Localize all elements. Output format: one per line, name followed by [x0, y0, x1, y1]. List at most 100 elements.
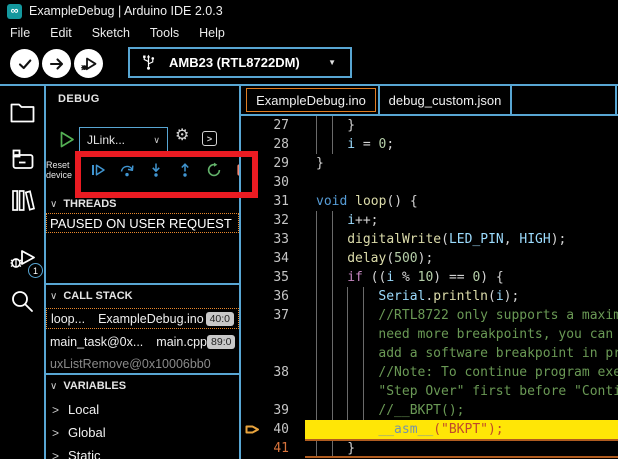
usb-icon	[143, 54, 155, 70]
variables-group-static[interactable]: > Static	[52, 448, 101, 459]
code-line[interactable]: 35 if ((i % 10) == 0) {	[241, 268, 618, 287]
line-number[interactable]: 33	[241, 230, 305, 249]
indent-guide	[362, 344, 364, 363]
indent-guide	[331, 325, 333, 344]
call-stack-frame[interactable]: loop... ExampleDebug.ino 40:0	[46, 308, 239, 329]
thread-status[interactable]: PAUSED ON USER REQUEST	[46, 213, 239, 233]
debug-badge: 1	[28, 263, 43, 278]
upload-button[interactable]	[42, 49, 71, 78]
chevron-down-icon: ▼	[328, 58, 336, 67]
menu-edit[interactable]: Edit	[40, 26, 82, 40]
line-number[interactable]: 41	[241, 439, 305, 458]
code-text: digitalWrite(LED_PIN, HIGH);	[305, 230, 618, 249]
line-number[interactable]	[241, 325, 305, 344]
line-number[interactable]: 36	[241, 287, 305, 306]
code-line[interactable]: 39//__BKPT();	[241, 401, 618, 420]
editor: ExampleDebug.ino debug_custom.json 27} 28…	[241, 86, 618, 459]
code-line[interactable]: 30	[241, 173, 618, 192]
code-line[interactable]: 37//RTL8722 only supports a maximu	[241, 306, 618, 325]
chevron-down-icon: ∨	[153, 134, 160, 145]
indent-guide	[316, 344, 317, 363]
debug-console-icon[interactable]: >	[202, 131, 217, 146]
code-line[interactable]: 34 delay(500);	[241, 249, 618, 268]
chevron-right-icon: >	[52, 448, 60, 459]
window-title: ExampleDebug | Arduino IDE 2.0.3	[29, 4, 223, 18]
indent-guide	[362, 287, 364, 306]
variables-group-global[interactable]: > Global	[52, 425, 106, 440]
line-number[interactable]: 35	[241, 268, 305, 287]
debug-config-dropdown[interactable]: JLink... ∨	[79, 127, 168, 153]
debug-start-button[interactable]	[60, 131, 75, 148]
start-debugging-button[interactable]	[74, 49, 103, 78]
code-line[interactable]: 31 void loop() {	[241, 192, 618, 211]
indent-guide	[331, 249, 333, 268]
code-line[interactable]: 41}	[241, 439, 618, 458]
code-line[interactable]: 36 Serial.println(i);	[241, 287, 618, 306]
code-lines: 27} 28 i = 0; 29} 30 31 void loop() {32 i++; 33 d…	[241, 116, 618, 459]
menu-file[interactable]: File	[0, 26, 40, 40]
code-text: }	[316, 156, 324, 171]
line-number[interactable]	[241, 382, 305, 401]
call-stack-header[interactable]: ∨ CALL STACK	[50, 290, 133, 302]
indent-guide	[331, 287, 333, 306]
code-text: __asm__("BKPT");	[305, 420, 618, 439]
code-text: if ((i % 10) == 0) {	[305, 268, 618, 287]
indent-guide	[347, 306, 349, 325]
code-line[interactable]: "Step Over" first before "Contin	[241, 382, 618, 401]
code-line[interactable]: 33 digitalWrite(LED_PIN, HIGH);	[241, 230, 618, 249]
chevron-down-icon: ∨	[50, 380, 58, 392]
board-selector[interactable]: AMB23 (RTL8722DM) ▼	[128, 47, 352, 78]
call-stack-frame[interactable]: uxListRemove@0x10006bb0	[46, 353, 239, 374]
indent-guide	[347, 382, 349, 401]
sidebar-item-library-manager[interactable]	[9, 188, 37, 216]
indent-guide	[362, 306, 364, 325]
code-line[interactable]: add a software breakpoint in pro	[241, 344, 618, 363]
indent-guide	[331, 306, 333, 325]
section-divider	[46, 373, 239, 375]
line-number[interactable]	[241, 344, 305, 363]
code-line[interactable]: 27}	[241, 116, 618, 135]
line-number[interactable]: 37	[241, 306, 305, 325]
code-line[interactable]: 29}	[241, 154, 618, 173]
indent-guide	[347, 344, 349, 363]
sidebar-item-search[interactable]	[9, 288, 37, 316]
line-number[interactable]: 34	[241, 249, 305, 268]
code-line[interactable]: need more breakpoints, you can u	[241, 325, 618, 344]
indent-guide	[362, 382, 364, 401]
code-line[interactable]: 32 i++;	[241, 211, 618, 230]
menu-help[interactable]: Help	[189, 26, 235, 40]
tab-debug-custom-json[interactable]: debug_custom.json	[380, 88, 510, 112]
arduino-ide-window: ∞ ExampleDebug | Arduino IDE 2.0.3 File …	[0, 0, 618, 459]
menu-tools[interactable]: Tools	[140, 26, 189, 40]
code-text: add a software breakpoint in pro	[305, 344, 618, 363]
call-stack-frame[interactable]: main_task@0x... main.cpp 89:0	[46, 331, 239, 352]
variables-header[interactable]: ∨ VARIABLES	[50, 380, 126, 392]
indent-guide	[316, 230, 317, 249]
menu-bar: File Edit Sketch Tools Help	[0, 22, 235, 44]
indent-guide	[331, 268, 333, 287]
chevron-right-icon: >	[52, 402, 60, 417]
tab-bar: ExampleDebug.ino debug_custom.json	[241, 86, 618, 114]
threads-header[interactable]: ∨ THREADS	[50, 198, 117, 210]
line-number[interactable]: 38	[241, 363, 305, 382]
tab-exampledebug-ino[interactable]: ExampleDebug.ino	[246, 88, 376, 112]
code-line[interactable]: 40 __asm__("BKPT");	[241, 420, 618, 439]
sidebar-item-boards-manager[interactable]	[9, 147, 37, 175]
verify-button[interactable]	[10, 49, 39, 78]
sidebar-item-debug[interactable]: 1	[9, 246, 43, 278]
line-number[interactable]: 39	[241, 401, 305, 420]
gear-icon[interactable]: ⚙	[175, 128, 189, 144]
variables-group-local[interactable]: > Local	[52, 402, 99, 417]
indent-guide	[331, 344, 333, 363]
indent-guide	[316, 268, 317, 287]
arduino-logo-icon: ∞	[7, 3, 22, 19]
code-line[interactable]: 28 i = 0;	[241, 135, 618, 154]
execution-pointer-icon	[245, 425, 259, 434]
indent-guide	[347, 325, 349, 344]
title-bar: ∞ ExampleDebug | Arduino IDE 2.0.3	[0, 0, 618, 22]
line-number[interactable]: 27	[241, 116, 305, 135]
code-line[interactable]: 38//Note: To continue program exec	[241, 363, 618, 382]
sidebar-item-sketchbook[interactable]	[9, 101, 37, 129]
menu-sketch[interactable]: Sketch	[82, 26, 140, 40]
line-number[interactable]: 32	[241, 211, 305, 230]
